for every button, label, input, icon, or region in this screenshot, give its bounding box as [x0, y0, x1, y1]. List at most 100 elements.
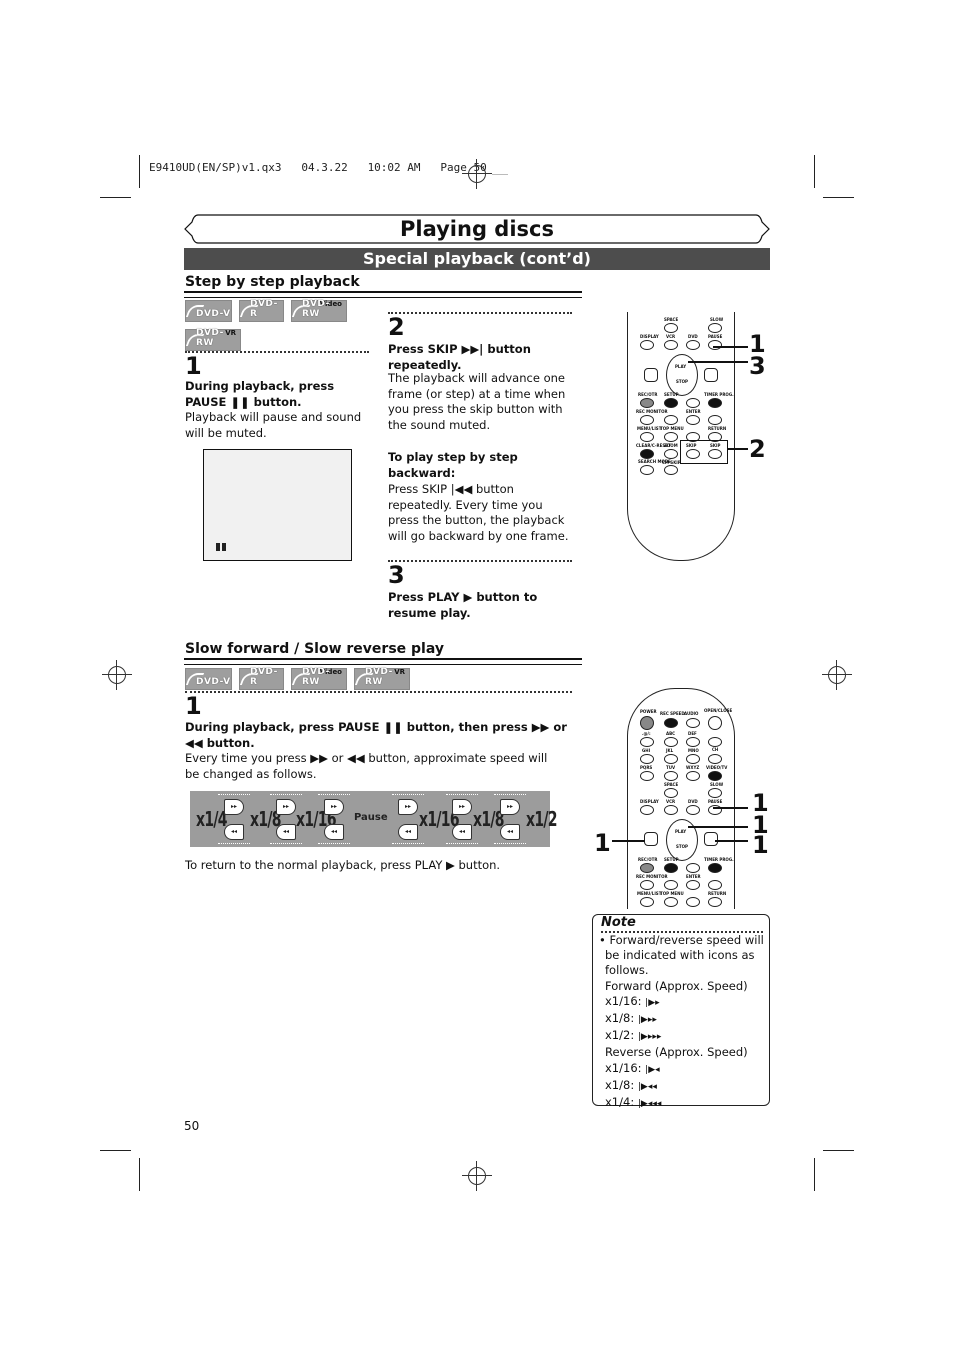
remote-label: RETURN: [708, 891, 727, 896]
step3-instruction: Press PLAY ▶ button to resume play.: [388, 590, 538, 620]
page-title: Playing discs: [400, 217, 554, 241]
return-to-normal-text: To return to the normal playback, press …: [185, 858, 501, 872]
callout-number: 1: [752, 831, 769, 859]
remote-button-cm-skip: [664, 465, 678, 475]
remote-button-rec-monitor: [640, 880, 654, 890]
speed-value: x1/8:: [605, 1077, 635, 1092]
step-divider: [185, 351, 369, 353]
fast-forward-icon: ▸▸: [398, 799, 418, 815]
speed-step-buttons: ▸▸ ◂◂: [446, 791, 478, 847]
callout-line: [688, 826, 748, 828]
speed-sequence-diagram: x1/4 ▸▸ ◂◂ x1/8 ▸▸ ◂◂ x1/16 ▸▸ ◂◂ Pause ▸▸ ◂…: [190, 791, 558, 847]
speed-label-pause: Pause: [354, 812, 388, 823]
remote-button-display: [640, 340, 654, 350]
remote-button-up: [686, 398, 700, 408]
rewind-icon: ◂◂: [452, 824, 472, 840]
crop-mark: [823, 197, 854, 198]
remote-button-6: [686, 754, 700, 764]
remote-label: CH: [712, 747, 719, 752]
step2-instruction: Press SKIP ▶▶| button repeatedly.: [388, 342, 531, 372]
remote-label: MENU/LIST: [637, 426, 662, 431]
remote-label: JKL: [666, 748, 674, 753]
page-number: 50: [184, 1119, 200, 1133]
crop-mark: [139, 155, 140, 188]
remote-label: REC MONITOR: [636, 409, 668, 414]
remote-label: VIDEO/TV: [706, 765, 728, 770]
remote-label: PAUSE: [708, 799, 723, 804]
note-forward-heading: Forward (Approx. Speed): [605, 978, 748, 993]
remote-button-rewind: [644, 368, 658, 382]
crop-mark: [100, 197, 131, 198]
speed-value: x1/8:: [605, 1011, 635, 1026]
step2-backward-heading: To play step by step backward:: [388, 450, 518, 480]
remote-button-dvd: [686, 340, 700, 350]
note-body: • Forward/reverse speed will be indicate…: [599, 933, 767, 1112]
note-speed-row: x1/8: |▶▸▸: [599, 1011, 767, 1028]
remote-button-power: [640, 716, 654, 730]
remote-button-enter: [686, 880, 700, 890]
step1-description: Playback will pause and sound will be mu…: [185, 410, 362, 440]
crop-mark: [823, 1150, 854, 1151]
remote-label: PAUSE: [708, 334, 723, 339]
remote-label: TUV: [666, 765, 676, 770]
remote-button-menu-list: [640, 432, 654, 442]
remote-button-rec-monitor: [640, 415, 654, 425]
remote-label: PLAY: [675, 364, 687, 369]
speed-step-buttons: ▸▸ ◂◂: [318, 791, 350, 847]
remote-label: REC/OTR: [638, 392, 658, 397]
disc-badge-dvd-rw-vr: VR DVD-RW: [354, 667, 410, 690]
remote-control-illustration-bottom: POWER REC SPEED AUDIO OPEN/CLOSE .@/: AB…: [627, 688, 735, 909]
slow-step1-description: Every time you press ▶▶ or ◀◀ button, ap…: [185, 751, 548, 781]
remote-button-9: [686, 771, 700, 781]
registration-mark: [822, 660, 852, 690]
step-divider: [388, 560, 572, 562]
registration-mark: [102, 660, 132, 690]
remote-button-rec-otr: [640, 398, 654, 408]
remote-button-left: [664, 415, 678, 425]
step1-instruction: During playback, press PAUSE ❚❚ button.: [185, 379, 335, 409]
remote-button-return: [708, 897, 722, 907]
reverse-speed-icon: |▶◂: [645, 1064, 660, 1075]
rewind-icon: ◂◂: [324, 824, 344, 840]
registration-mark: [462, 1161, 492, 1191]
remote-label: SPACE: [664, 317, 679, 322]
remote-label: ENTER: [686, 874, 701, 879]
heading-rule: [184, 291, 582, 298]
remote-label: WXYZ: [686, 765, 700, 770]
rewind-icon: ◂◂: [276, 824, 296, 840]
heading-rule: [184, 658, 582, 665]
remote-button-ch-up: [708, 737, 722, 747]
speed-value: x1/16:: [605, 1060, 642, 1075]
remote-label: DEF: [688, 731, 697, 736]
remote-button-space: [664, 323, 678, 333]
remote-label: REC MONITOR: [636, 874, 668, 879]
remote-label: GHI: [642, 748, 651, 753]
remote-button-timer-prog: [708, 863, 722, 873]
speed-value: x1/4:: [605, 1095, 635, 1110]
callout-number: 3: [749, 352, 766, 380]
remote-label: SLOW: [710, 317, 724, 322]
forward-speed-icon: |▶▸▸▸: [637, 1032, 662, 1043]
pause-icon: [216, 543, 227, 551]
remote-label: SETUP: [664, 392, 679, 397]
remote-label: MNO: [688, 748, 699, 753]
step2-backward-description: Press SKIP |◀◀ button repeatedly. Every …: [388, 482, 569, 543]
slow-step1-instruction: During playback, press PAUSE ❚❚ button, …: [185, 720, 567, 750]
note-speed-row: x1/8: |▶◂◂: [599, 1078, 767, 1095]
remote-label: TOP MENU: [660, 891, 684, 896]
speed-step-buttons: ▸▸ ◂◂: [494, 791, 526, 847]
remote-label: DISPLAY: [640, 799, 659, 804]
slow-play-heading: Slow forward / Slow reverse play: [185, 641, 444, 657]
remote-label: PQRS: [640, 765, 653, 770]
remote-label: RETURN: [708, 426, 727, 431]
remote-button-8: [664, 771, 678, 781]
step-number: 3: [388, 561, 405, 589]
remote-button-clear: [640, 449, 654, 459]
remote-button-vcr: [664, 805, 678, 815]
remote-label: PLAY: [675, 829, 687, 834]
disc-badge-dvd-rw-video: Video DVD-RW: [291, 667, 347, 690]
remote-label: SLOW: [710, 782, 724, 787]
remote-button-slow: [708, 788, 722, 798]
remote-button-3: [686, 737, 700, 747]
remote-label: OPEN/CLOSE: [704, 708, 733, 713]
